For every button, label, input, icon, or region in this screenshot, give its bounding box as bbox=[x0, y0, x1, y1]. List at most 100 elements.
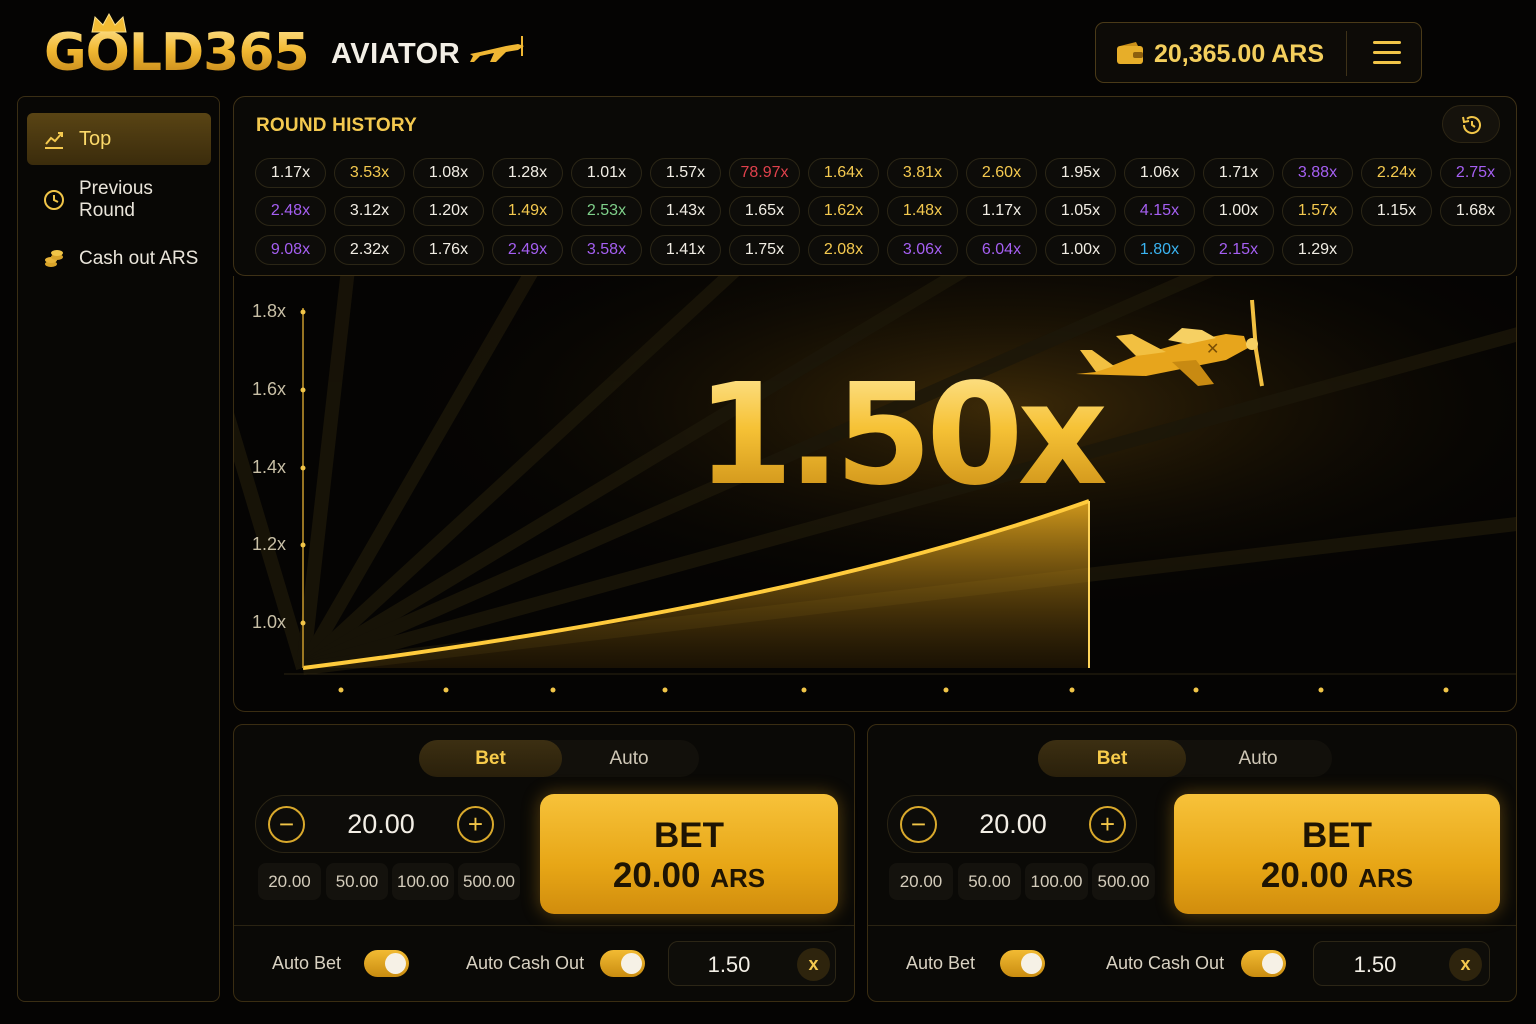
history-chip[interactable]: 1.75x bbox=[729, 235, 800, 265]
history-chip[interactable]: 1.95x bbox=[1045, 158, 1116, 188]
bet-panel-2: Bet Auto − 20.00 + 20.00 50.00 100.00 50… bbox=[867, 724, 1517, 1002]
preset-button[interactable]: 500.00 bbox=[1092, 863, 1155, 900]
history-chip[interactable]: 1.49x bbox=[492, 196, 563, 226]
history-chip[interactable]: 1.00x bbox=[1203, 196, 1274, 226]
history-chip[interactable]: 1.05x bbox=[1045, 196, 1116, 226]
bet-button[interactable]: BET 20.00 ARS bbox=[540, 794, 838, 914]
history-chip[interactable]: 1.06x bbox=[1124, 158, 1195, 188]
auto-cashout-value[interactable]: 1.50 bbox=[689, 952, 769, 978]
auto-bet-label: Auto Bet bbox=[906, 953, 976, 973]
plus-icon[interactable]: + bbox=[457, 806, 494, 843]
preset-button[interactable]: 20.00 bbox=[889, 863, 953, 900]
history-chip[interactable]: 1.65x bbox=[729, 196, 800, 226]
history-chip[interactable]: 1.08x bbox=[413, 158, 484, 188]
history-chip[interactable]: 3.81x bbox=[887, 158, 958, 188]
history-chip[interactable]: 1.71x bbox=[1203, 158, 1274, 188]
history-chip[interactable]: 1.41x bbox=[650, 235, 721, 265]
history-chip[interactable]: 1.64x bbox=[808, 158, 879, 188]
round-history-title: ROUND HISTORY bbox=[256, 115, 417, 136]
history-chip[interactable]: 4.15x bbox=[1124, 196, 1195, 226]
history-chip[interactable]: 1.28x bbox=[492, 158, 563, 188]
bet-button-amount: 20.00 bbox=[1260, 856, 1349, 895]
history-chip[interactable]: 78.97x bbox=[729, 158, 800, 188]
history-chip[interactable]: 1.00x bbox=[1045, 235, 1116, 265]
auto-cashout-value[interactable]: 1.50 bbox=[1334, 952, 1416, 978]
sidebar-item-cash-out[interactable]: Cash out ARS bbox=[27, 233, 211, 285]
history-chip[interactable]: 1.17x bbox=[966, 196, 1037, 226]
tab-auto[interactable]: Auto bbox=[1184, 740, 1332, 777]
menu-icon[interactable] bbox=[1373, 41, 1401, 65]
history-chip[interactable]: 2.15x bbox=[1203, 235, 1274, 265]
history-icon bbox=[1462, 116, 1481, 134]
auto-bet-toggle[interactable] bbox=[364, 950, 409, 977]
preset-button[interactable]: 100.00 bbox=[392, 863, 454, 900]
history-chip[interactable]: 3.58x bbox=[571, 235, 642, 265]
history-chip[interactable]: 2.24x bbox=[1361, 158, 1432, 188]
close-icon[interactable]: x bbox=[1449, 948, 1482, 981]
history-chip[interactable]: 3.12x bbox=[334, 196, 405, 226]
auto-cashout-label: Auto Cash Out bbox=[466, 953, 585, 973]
bet-amount-input[interactable]: 20.00 bbox=[316, 809, 446, 840]
history-chip[interactable]: 1.80x bbox=[1124, 235, 1195, 265]
preset-button[interactable]: 50.00 bbox=[958, 863, 1021, 900]
history-chip[interactable]: 1.20x bbox=[413, 196, 484, 226]
tab-bet[interactable]: Bet bbox=[1038, 740, 1186, 777]
history-chip[interactable]: 1.15x bbox=[1361, 196, 1432, 226]
history-chip[interactable]: 1.68x bbox=[1440, 196, 1511, 226]
history-chip[interactable]: 1.57x bbox=[650, 158, 721, 188]
history-chip[interactable]: 1.48x bbox=[887, 196, 958, 226]
minus-icon[interactable]: − bbox=[900, 806, 937, 843]
history-chip[interactable]: 1.17x bbox=[255, 158, 326, 188]
preset-button[interactable]: 50.00 bbox=[326, 863, 388, 900]
divider bbox=[868, 925, 1516, 926]
auto-cashout-field[interactable]: 1.50 x bbox=[1313, 941, 1490, 986]
history-chip[interactable]: 9.08x bbox=[255, 235, 326, 265]
history-chip[interactable]: 3.06x bbox=[887, 235, 958, 265]
close-icon[interactable]: x bbox=[797, 948, 830, 981]
current-multiplier: 1.50x bbox=[684, 356, 1114, 516]
auto-cashout-field[interactable]: 1.50 x bbox=[668, 941, 836, 986]
history-chip[interactable]: 2.60x bbox=[966, 158, 1037, 188]
preset-button[interactable]: 100.00 bbox=[1025, 863, 1088, 900]
bet-mode-tabs: Bet Auto bbox=[419, 740, 699, 777]
tab-bet[interactable]: Bet bbox=[419, 740, 562, 777]
history-chip[interactable]: 1.29x bbox=[1282, 235, 1353, 265]
tab-auto[interactable]: Auto bbox=[559, 740, 699, 777]
balance-amount: 20,365.00 ARS bbox=[1154, 40, 1325, 68]
bet-button[interactable]: BET 20.00 ARS bbox=[1174, 794, 1500, 914]
plane-icon: ✕ bbox=[1076, 299, 1264, 387]
preset-button[interactable]: 20.00 bbox=[258, 863, 321, 900]
history-chip[interactable]: 1.62x bbox=[808, 196, 879, 226]
history-chip[interactable]: 1.43x bbox=[650, 196, 721, 226]
divider bbox=[1346, 31, 1347, 76]
history-chip[interactable]: 2.53x bbox=[571, 196, 642, 226]
history-chip[interactable]: 6.04x bbox=[966, 235, 1037, 265]
history-button[interactable] bbox=[1442, 105, 1500, 143]
bet-amount-input[interactable]: 20.00 bbox=[948, 809, 1078, 840]
minus-icon[interactable]: − bbox=[268, 806, 305, 843]
history-chip[interactable]: 2.75x bbox=[1440, 158, 1511, 188]
history-chip[interactable]: 3.88x bbox=[1282, 158, 1353, 188]
auto-bet-toggle[interactable] bbox=[1000, 950, 1045, 977]
preset-button[interactable]: 500.00 bbox=[458, 863, 520, 900]
auto-cashout-toggle[interactable] bbox=[600, 950, 645, 977]
sidebar-item-previous-round[interactable]: Previous Round bbox=[27, 174, 211, 226]
history-chip[interactable]: 1.01x bbox=[571, 158, 642, 188]
sidebar-item-top[interactable]: Top bbox=[27, 113, 211, 165]
history-chip[interactable]: 3.53x bbox=[334, 158, 405, 188]
brand-logo[interactable]: GOLD365 bbox=[44, 22, 310, 84]
history-chip[interactable]: 2.32x bbox=[334, 235, 405, 265]
bet-amount-stepper: − 20.00 + bbox=[887, 795, 1137, 853]
history-chip[interactable]: 2.08x bbox=[808, 235, 879, 265]
balance-display[interactable]: 20,365.00 ARS bbox=[1095, 22, 1422, 83]
auto-cashout-label: Auto Cash Out bbox=[1106, 953, 1225, 973]
history-chip[interactable]: 1.76x bbox=[413, 235, 484, 265]
plus-icon[interactable]: + bbox=[1089, 806, 1126, 843]
history-chip[interactable]: 2.48x bbox=[255, 196, 326, 226]
history-chip[interactable]: 1.57x bbox=[1282, 196, 1353, 226]
coins-icon bbox=[45, 250, 63, 267]
chart-icon bbox=[45, 132, 63, 149]
history-chip[interactable]: 2.49x bbox=[492, 235, 563, 265]
game-canvas: 1.8x 1.6x 1.4x 1.2x 1.0x 1.50x ✕ bbox=[233, 276, 1517, 712]
auto-cashout-toggle[interactable] bbox=[1241, 950, 1286, 977]
